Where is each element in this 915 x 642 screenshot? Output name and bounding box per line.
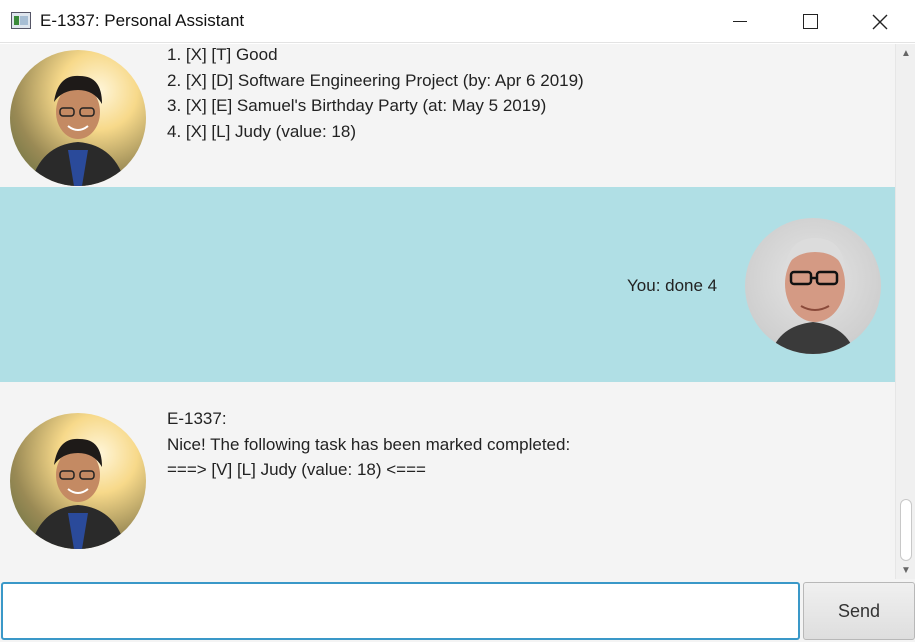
close-icon bbox=[872, 14, 888, 29]
user-message-text: You: done 4 bbox=[627, 276, 718, 295]
scroll-down-icon[interactable]: ▼ bbox=[899, 563, 913, 577]
vertical-scrollbar[interactable]: ▲ ▼ bbox=[895, 44, 915, 579]
window-title: E-1337: Personal Assistant bbox=[40, 11, 245, 30]
message-line: 3. [X] [E] Samuel's Birthday Party (at: … bbox=[167, 96, 547, 115]
message-line: 2. [X] [D] Software Engineering Project … bbox=[167, 70, 584, 90]
bot-avatar bbox=[10, 50, 146, 186]
scroll-up-icon[interactable]: ▲ bbox=[899, 46, 913, 60]
message-line: 1. [X] [T] Good bbox=[167, 45, 278, 64]
message-line: E-1337: bbox=[167, 409, 227, 428]
message-line: 4. [X] [L] Judy (value: 18) bbox=[167, 121, 356, 141]
maximize-icon bbox=[802, 14, 818, 29]
message-line: Nice! The following task has been marked… bbox=[167, 434, 571, 454]
user-avatar bbox=[745, 218, 881, 354]
send-button[interactable]: Send bbox=[803, 582, 915, 640]
close-button[interactable] bbox=[857, 0, 903, 43]
message-line: ===> [V] [L] Judy (value: 18) <=== bbox=[167, 460, 426, 479]
dialog-container[interactable]: 1. [X] [T] Good 2. [X] [D] Software Engi… bbox=[0, 44, 895, 579]
input-row: Send bbox=[0, 579, 915, 642]
minimize-button[interactable] bbox=[717, 0, 763, 43]
message-input[interactable] bbox=[1, 582, 800, 640]
minimize-icon bbox=[733, 21, 747, 22]
scrollbar-thumb[interactable] bbox=[900, 499, 912, 561]
maximize-button[interactable] bbox=[787, 0, 833, 43]
bot-message: E-1337: Nice! The following task has bee… bbox=[0, 382, 895, 579]
title-bar: E-1337: Personal Assistant bbox=[0, 0, 915, 43]
bot-message: 1. [X] [T] Good 2. [X] [D] Software Engi… bbox=[0, 44, 895, 186]
app-icon bbox=[11, 12, 31, 29]
bot-avatar bbox=[10, 413, 146, 549]
user-message: You: done 4 bbox=[0, 187, 895, 382]
